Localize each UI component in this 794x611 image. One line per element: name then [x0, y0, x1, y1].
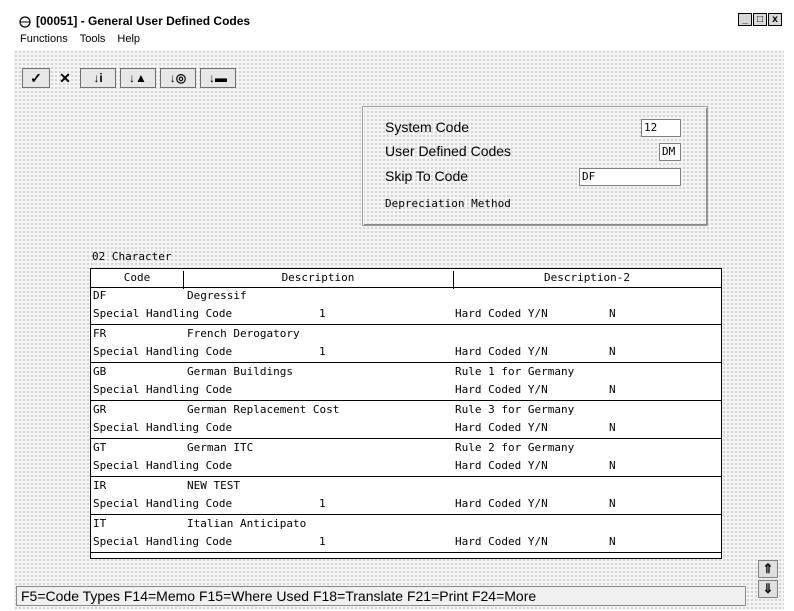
function-key-hints: F5=Code Types F14=Memo F15=Where Used F1… — [21, 588, 537, 604]
add-button[interactable]: ↓▲ — [120, 68, 156, 88]
special-handling-label: Special Handling Code — [93, 345, 233, 358]
hard-coded-label: Hard Coded Y/N — [455, 535, 548, 548]
special-handling-value: 1 — [319, 345, 326, 358]
description-cell: Italian Anticipato — [187, 517, 307, 530]
hard-coded-value: N — [609, 383, 616, 396]
table-row[interactable]: DF Degressif Special Handling Code 1 Hard Co… — [91, 287, 721, 325]
copy-icon: ↓◎ — [169, 71, 187, 85]
arrow-down-icon: ⇓ — [762, 581, 774, 596]
system-code-label: System Code — [385, 119, 470, 135]
special-handling-label: Special Handling Code — [93, 497, 233, 510]
skip-to-code-field[interactable]: DF — [579, 168, 681, 186]
table-row[interactable]: FR French Derogatory Special Handling Code… — [91, 325, 721, 363]
scroll-down-button[interactable]: ⇓ — [758, 580, 778, 598]
description-2-cell: Rule 3 for Germany — [455, 403, 575, 416]
title-bar: [00051] - General User Defined Codes _ □… — [14, 12, 784, 29]
special-handling-label: Special Handling Code — [93, 383, 233, 396]
special-handling-label: Special Handling Code — [93, 535, 233, 548]
hard-coded-label: Hard Coded Y/N — [455, 421, 548, 434]
hard-coded-value: N — [609, 459, 616, 472]
description-cell: German Replacement Cost — [187, 403, 340, 416]
description-2-cell: Rule 1 for Germany — [455, 365, 575, 378]
code-cell[interactable]: DF — [93, 289, 106, 302]
table-row[interactable]: GT German ITC Rule 2 for Germany Special Ha… — [91, 439, 721, 477]
special-handling-value: 1 — [319, 497, 326, 510]
description-cell: NEW TEST — [187, 479, 240, 492]
skip-to-code-label: Skip To Code — [385, 168, 469, 184]
hard-coded-value: N — [609, 497, 616, 510]
scroll-controls: ⇑ ⇓ — [758, 560, 778, 598]
form-client-area: ✓ ✕ ↓i ↓▲ ↓◎ ↓▬ System Code 12 User Defi… — [14, 50, 784, 610]
find-button[interactable]: ↓i — [80, 68, 116, 88]
table-row[interactable]: GR German Replacement Cost Rule 3 for Germ… — [91, 401, 721, 439]
special-handling-value: 1 — [319, 307, 326, 320]
delete-icon: ↓▬ — [209, 71, 227, 85]
delete-button[interactable]: ↓▬ — [200, 68, 236, 88]
scroll-up-button[interactable]: ⇑ — [758, 560, 778, 578]
add-icon: ↓▲ — [129, 71, 147, 85]
restore-button[interactable]: □ — [753, 13, 767, 26]
menu-tools[interactable]: Tools — [80, 33, 106, 45]
table-row[interactable]: IR NEW TEST Special Handling Code 1 Hard Cod… — [91, 477, 721, 515]
status-bar: F5=Code Types F14=Memo F15=Where Used F1… — [16, 586, 746, 606]
codes-grid: Code Description Description-2 DF Degress… — [90, 268, 722, 559]
system-code-field[interactable]: 12 — [641, 119, 681, 137]
menu-help[interactable]: Help — [117, 33, 140, 45]
hard-coded-value: N — [609, 421, 616, 434]
column-header-description[interactable]: Description — [183, 271, 453, 284]
menu-functions[interactable]: Functions — [20, 33, 68, 45]
special-handling-label: Special Handling Code — [93, 421, 233, 434]
header-panel: System Code 12 User Defined Codes DM Ski… — [362, 106, 708, 226]
udc-field[interactable]: DM — [659, 143, 681, 161]
udc-label: User Defined Codes — [385, 143, 512, 159]
check-icon: ✓ — [30, 69, 42, 86]
code-cell[interactable]: GR — [93, 403, 106, 416]
arrow-up-icon: ⇑ — [762, 561, 774, 576]
x-icon: ✕ — [59, 69, 71, 86]
close-button[interactable]: x — [768, 13, 782, 26]
grid-header: Code Description Description-2 — [91, 269, 721, 289]
menu-bar: Functions Tools Help — [14, 30, 784, 48]
column-header-description-2[interactable]: Description-2 — [453, 271, 721, 284]
hard-coded-value: N — [609, 535, 616, 548]
app-icon — [18, 15, 32, 28]
hard-coded-label: Hard Coded Y/N — [455, 497, 548, 510]
window-title: [00051] - General User Defined Codes — [36, 13, 251, 28]
hard-coded-value: N — [609, 307, 616, 320]
special-handling-value: 1 — [319, 535, 326, 548]
grid-title: 02 Character — [92, 250, 172, 263]
toolbar: ✓ ✕ ↓i ↓▲ ↓◎ ↓▬ — [22, 68, 240, 88]
code-cell[interactable]: GT — [93, 441, 106, 454]
column-header-code[interactable]: Code — [91, 271, 183, 284]
special-handling-label: Special Handling Code — [93, 459, 233, 472]
description-cell: French Derogatory — [187, 327, 300, 340]
hard-coded-label: Hard Coded Y/N — [455, 383, 548, 396]
cancel-button[interactable]: ✕ — [54, 68, 76, 88]
minimize-button[interactable]: _ — [738, 13, 752, 26]
ok-button[interactable]: ✓ — [22, 68, 50, 88]
code-cell[interactable]: GB — [93, 365, 106, 378]
table-row[interactable]: IT Italian Anticipato Special Handling Cod… — [91, 515, 721, 553]
description-cell: German ITC — [187, 441, 254, 454]
hard-coded-label: Hard Coded Y/N — [455, 307, 548, 320]
udc-description: Depreciation Method — [385, 197, 511, 210]
description-2-cell: Rule 2 for Germany — [455, 441, 575, 454]
special-handling-label: Special Handling Code — [93, 307, 233, 320]
description-cell: Degressif — [187, 289, 247, 302]
find-icon: ↓i — [93, 71, 103, 85]
hard-coded-value: N — [609, 345, 616, 358]
copy-button[interactable]: ↓◎ — [160, 68, 196, 88]
code-cell[interactable]: IT — [93, 517, 106, 530]
code-cell[interactable]: FR — [93, 327, 106, 340]
code-cell[interactable]: IR — [93, 479, 106, 492]
hard-coded-label: Hard Coded Y/N — [455, 459, 548, 472]
hard-coded-label: Hard Coded Y/N — [455, 345, 548, 358]
table-row[interactable]: GB German Buildings Rule 1 for Germany Spec… — [91, 363, 721, 401]
description-cell: German Buildings — [187, 365, 293, 378]
